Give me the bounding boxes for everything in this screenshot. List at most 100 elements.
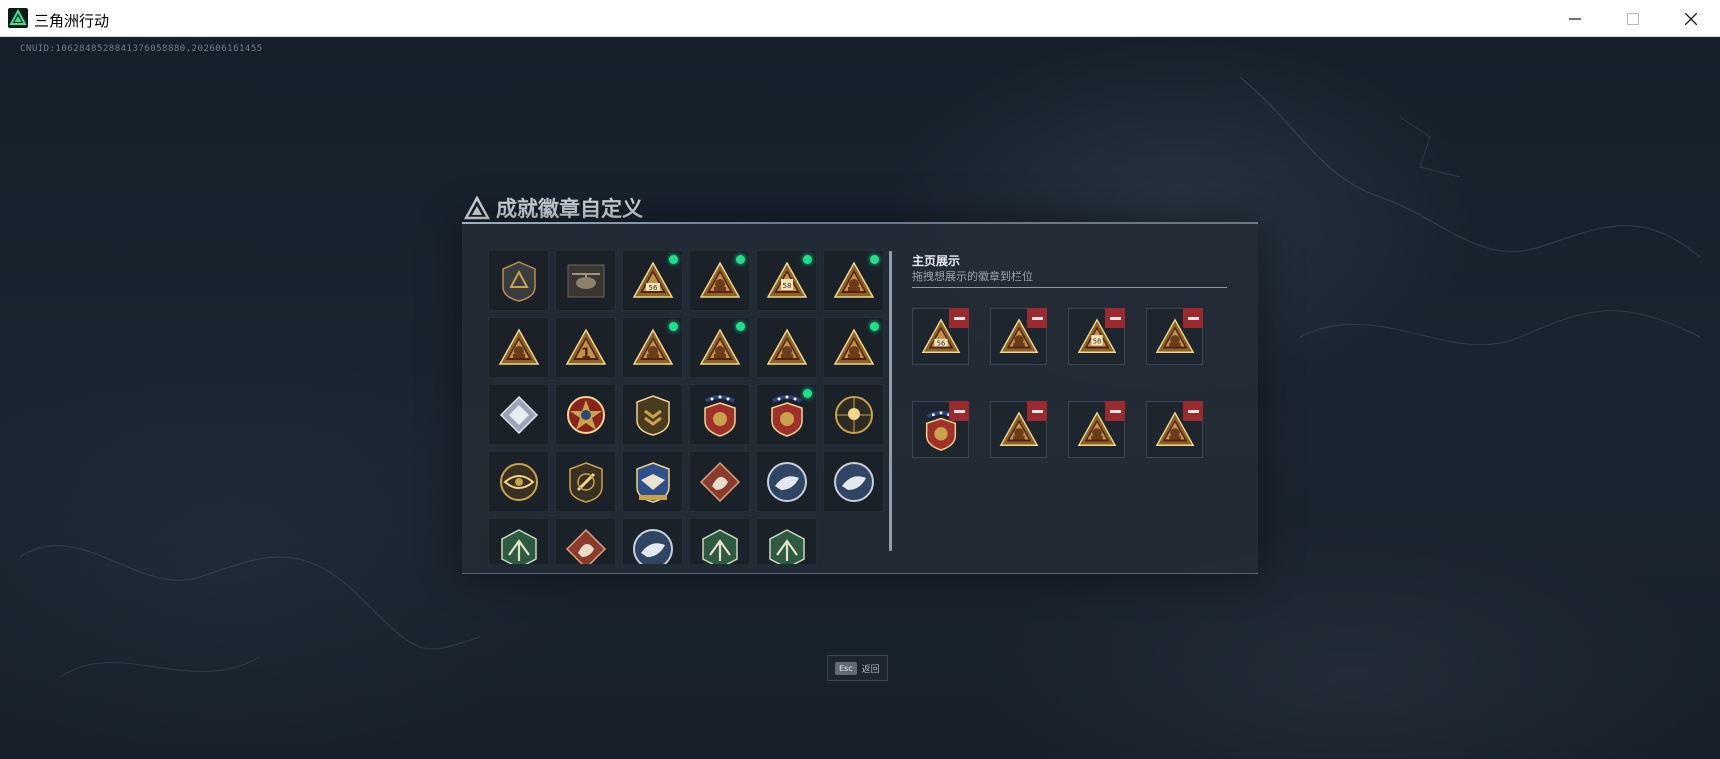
badge-cell[interactable] <box>823 384 884 445</box>
badge-cell[interactable] <box>622 317 683 378</box>
minus-icon <box>953 316 965 320</box>
esc-key-icon: Esc <box>835 661 857 675</box>
new-badge-dot-icon <box>803 389 812 398</box>
badge-cell[interactable] <box>689 518 750 564</box>
minus-icon <box>1109 316 1121 320</box>
showcase-slot[interactable]: 58 <box>1068 308 1125 365</box>
showcase-slot[interactable] <box>1146 308 1203 365</box>
gold-triangle-one-badge-icon: 1 <box>565 327 606 365</box>
new-badge-dot-icon <box>870 255 879 264</box>
badge-cell[interactable] <box>488 384 549 445</box>
showcase-slot[interactable]: 56 <box>912 308 969 365</box>
green-hex-dragonfly2-badge-icon <box>768 528 805 564</box>
badge-cell[interactable] <box>756 317 817 378</box>
badge-cell[interactable]: 1 <box>555 317 616 378</box>
gold-triangle-emblem-badge-icon <box>699 327 740 365</box>
green-hex-eagle-badge-icon <box>500 528 537 564</box>
badge-cell[interactable] <box>823 317 884 378</box>
window-titlebar: 三角洲行动 <box>0 0 1720 37</box>
dialog-title: 成就徽章自定义 <box>496 197 643 221</box>
gold-skull-target-badge-icon <box>834 395 873 434</box>
showcase-slot[interactable] <box>1146 401 1203 458</box>
blue-eagle-crest-badge-icon <box>635 461 670 503</box>
red-shield-stars-badge-icon <box>703 394 736 437</box>
showcase-slot[interactable] <box>990 308 1047 365</box>
badge-cell[interactable] <box>488 518 549 564</box>
svg-text:58: 58 <box>1092 337 1101 345</box>
badge-cell[interactable] <box>622 451 683 512</box>
minus-icon <box>953 409 965 413</box>
badge-cell[interactable] <box>622 384 683 445</box>
minus-icon <box>1187 316 1199 320</box>
helicopter-badge-icon <box>567 264 604 297</box>
red-shield-stars2-badge-icon <box>770 394 803 437</box>
showcase-title: 主页展示 <box>912 254 961 268</box>
badge-cell[interactable] <box>555 384 616 445</box>
badge-cell[interactable] <box>488 451 549 512</box>
badge-cell[interactable] <box>689 317 750 378</box>
badge-cell[interactable] <box>689 451 750 512</box>
blue-round-wolf-badge-icon <box>632 528 673 564</box>
red-star-medal-badge-icon <box>566 395 605 434</box>
badge-cell[interactable] <box>555 518 616 564</box>
showcase-slot[interactable] <box>1068 401 1125 458</box>
showcase-slot[interactable] <box>990 401 1047 458</box>
delta-logo-icon <box>464 196 490 220</box>
badge-cell[interactable] <box>823 451 884 512</box>
showcase-divider <box>912 287 1227 288</box>
svg-text:56: 56 <box>936 339 945 347</box>
badge-cell[interactable] <box>756 518 817 564</box>
gold-triangle-soldier-badge-icon <box>833 260 874 298</box>
dialog-top-border <box>462 222 1258 224</box>
svg-text:58: 58 <box>782 282 791 290</box>
badge-cell[interactable] <box>555 250 616 311</box>
silver-diamond-badge-icon <box>499 395 538 434</box>
blue-round-eagle-badge-icon <box>766 461 807 502</box>
badge-cell[interactable] <box>823 250 884 311</box>
remove-badge-button[interactable] <box>1183 401 1203 421</box>
badge-cell[interactable] <box>689 384 750 445</box>
remove-badge-button[interactable] <box>949 401 969 421</box>
badge-cell[interactable] <box>488 317 549 378</box>
maximize-icon <box>1627 12 1639 25</box>
new-badge-dot-icon <box>803 255 812 264</box>
remove-badge-button[interactable] <box>1027 401 1047 421</box>
showcase-slot[interactable] <box>912 401 969 458</box>
remove-badge-button[interactable] <box>949 308 969 328</box>
badge-cell[interactable] <box>756 384 817 445</box>
badge-grid-scrollbar[interactable] <box>889 251 892 551</box>
back-button[interactable]: Esc 返回 <box>827 655 888 681</box>
gold-triangle-squad-badge-icon <box>766 327 807 365</box>
dialog-header: 成就徽章自定义 <box>464 193 643 223</box>
gold-triangle-squad2-badge-icon <box>833 327 874 365</box>
red-diamond-dragon-badge-icon <box>565 528 606 564</box>
badge-cell[interactable] <box>689 250 750 311</box>
minus-icon <box>1031 316 1043 320</box>
minimize-button[interactable] <box>1546 0 1604 37</box>
app-logo-icon <box>8 8 28 28</box>
gold-triangle-sniper-badge-icon <box>632 327 673 365</box>
badge-cell[interactable] <box>555 451 616 512</box>
gold-triangle-58-badge-icon: 58 <box>766 260 807 298</box>
gold-shield-slash-badge-icon <box>568 461 603 503</box>
badge-customize-dialog: 56 58 1 主页展示 拖拽想展示的徽章到栏位 56 58 <box>462 222 1258 574</box>
badge-cell[interactable] <box>756 451 817 512</box>
svg-text:56: 56 <box>648 284 657 292</box>
gold-shield-chevron-badge-icon <box>635 394 670 436</box>
remove-badge-button[interactable] <box>1027 308 1047 328</box>
minimize-icon <box>1569 17 1581 20</box>
close-button[interactable] <box>1662 0 1720 37</box>
badge-cell[interactable]: 58 <box>756 250 817 311</box>
badge-cell[interactable]: 56 <box>622 250 683 311</box>
badge-cell[interactable] <box>488 250 549 311</box>
remove-badge-button[interactable] <box>1105 401 1125 421</box>
remove-badge-button[interactable] <box>1183 308 1203 328</box>
new-badge-dot-icon <box>669 322 678 331</box>
red-diamond-wolf-badge-icon <box>699 461 740 502</box>
gold-triangle-56-badge-icon: 56 <box>632 260 673 298</box>
maximize-button[interactable] <box>1604 0 1662 37</box>
gray-shield-delta-badge-icon <box>501 260 536 302</box>
badge-grid[interactable]: 56 58 1 <box>488 250 884 564</box>
badge-cell[interactable] <box>622 518 683 564</box>
remove-badge-button[interactable] <box>1105 308 1125 328</box>
